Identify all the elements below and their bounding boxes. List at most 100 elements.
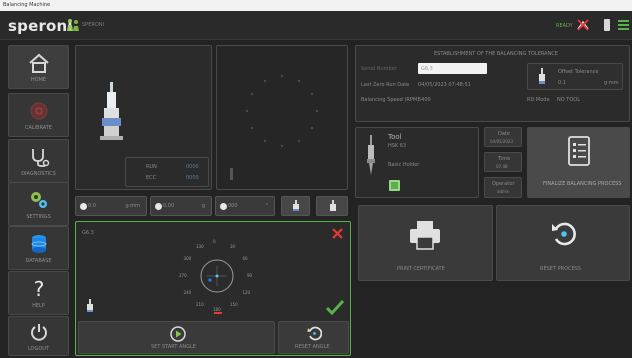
sidebar-item-database[interactable]: DATABASE [8, 226, 69, 270]
tool-view-button-1[interactable] [281, 196, 310, 216]
reset-angle-label: RESET ANGLE [295, 344, 330, 350]
time-label: Time [498, 156, 511, 162]
svg-text:?: ? [33, 278, 44, 300]
sidebar-item-settings[interactable]: SETTINGS [8, 182, 69, 226]
tolerance-input-value: G6.3 [421, 66, 433, 72]
sidebar-item-logout[interactable]: LOGOUT [8, 316, 69, 356]
param-value: 0.0 [88, 203, 96, 209]
polar-tick-label: 0 [213, 239, 216, 244]
offset-value: 0.1 [558, 80, 566, 86]
tool-view-panel: RUN 0000 ECC 0000 [75, 45, 212, 190]
last-zero-value: 04/05/2023 07:48:51 [418, 82, 471, 88]
param-unit: g [201, 203, 205, 209]
date-box: Date 04/05/2023 [484, 127, 522, 147]
param-field-angle[interactable]: 000 ° [215, 196, 275, 216]
battery-icon [604, 19, 610, 31]
polar-tick-label: 330 [196, 243, 204, 249]
polar-tick-label: 30 [230, 243, 236, 249]
date-value: 04/05/2023 [490, 139, 514, 144]
set-start-angle-label: SET START ANGLE [151, 344, 196, 350]
sidebar-item-label: HELP [32, 303, 45, 309]
offset-tolerance-box[interactable]: Offset Tolerance 0.1 g·mm [527, 63, 623, 90]
sidebar-item-label: LOGOUT [27, 346, 50, 352]
param-dot-icon [220, 203, 227, 210]
operator-value: admin [497, 189, 510, 194]
power-icon [30, 324, 47, 341]
menu-icon[interactable] [618, 20, 629, 30]
ecc-value: 0000 [186, 175, 199, 181]
tool-title: Tool [388, 133, 402, 141]
sidebar-item-label: HOME [30, 77, 47, 83]
tool-small-icon [87, 299, 93, 312]
people-logo-icon [67, 19, 79, 31]
sidebar-item-label: DIAGNOSTICS [21, 171, 56, 177]
time-box: Time 07:48 [484, 152, 522, 172]
rd-mode-value: NO TOOL [557, 97, 580, 103]
polar-tick-label: 270 [179, 273, 187, 278]
calibrate-icon [30, 102, 47, 120]
print-certificate-label: PRINT CERTIFICATE [397, 266, 445, 272]
preview-dial [230, 74, 319, 180]
polar-tick-label: 150 [230, 302, 238, 308]
close-icon[interactable] [332, 228, 343, 239]
tool-small-icon [539, 68, 545, 84]
time-value: 07:48 [496, 164, 508, 169]
tolerance-input[interactable]: G6.3 [418, 63, 487, 74]
offset-title: Offset Tolerance [558, 69, 599, 75]
reset-angle-button[interactable]: RESET ANGLE [278, 321, 349, 354]
tolerance-header: ESTABLISHMENT OF THE BALANCING TOLERANCE [434, 51, 558, 57]
brand-logo: speroni [8, 17, 73, 35]
polar-tick-label: 210 [196, 302, 204, 308]
window-title: Balancing Machine [3, 2, 51, 8]
print-certificate-button[interactable]: PRINT CERTIFICATE [358, 205, 493, 281]
sidebar-item-label: SETTINGS [26, 214, 51, 220]
reset-process-icon [552, 222, 576, 246]
polar-tick-label: 180 [213, 307, 221, 312]
question-icon: ? [33, 278, 44, 300]
tool-confirm-button[interactable] [389, 180, 400, 191]
preview-polar-panel [216, 45, 348, 190]
set-start-angle-button[interactable]: SET START ANGLE [78, 321, 275, 354]
sidebar-item-label: CALIBRATE [24, 125, 53, 131]
speed-value: 5400 [418, 97, 431, 103]
param-field-unbalance[interactable]: 0.0 g·mm [75, 196, 147, 216]
network-disconnected-icon[interactable] [576, 18, 590, 32]
reset-process-button[interactable]: RESET PROCESS [496, 205, 630, 281]
tool-small-icon [293, 200, 299, 211]
date-label: Date [498, 131, 510, 137]
tool-code: HSK 63 [388, 143, 407, 149]
param-unit: ° [265, 203, 269, 209]
polar-tick-label: 300 [183, 256, 192, 261]
sidebar-item-help[interactable]: ? HELP [8, 271, 69, 315]
sidebar-item-calibrate[interactable]: CALIBRATE [8, 93, 69, 137]
printer-icon [410, 221, 440, 250]
param-field-weight[interactable]: 0.00 g [150, 196, 212, 216]
finalize-balancing-button[interactable]: FINALIZE BALANCING PROCESS [527, 127, 630, 198]
operator-label: Operator [492, 181, 515, 187]
tool-info-panel: Tool HSK 63 Basic Holder [355, 127, 479, 198]
sidebar-item-home[interactable]: HOME [8, 45, 69, 89]
play-icon [170, 326, 186, 342]
last-zero-label: Last Zero Run Date [361, 82, 410, 88]
tool-holder-icon [100, 82, 123, 140]
tool-small-icon [330, 200, 336, 211]
serial-placeholder-label: Serial Number [361, 66, 397, 72]
operator-box: Operator admin [484, 177, 522, 198]
polar-tick-label: 90 [247, 273, 253, 278]
window-title-bar: Balancing Machine [0, 0, 632, 11]
tolerance-panel: ESTABLISHMENT OF THE BALANCING TOLERANCE… [355, 45, 630, 122]
speed-label: Balancing Speed (RPM) [361, 97, 420, 103]
param-value: 000 [228, 203, 238, 209]
brand-subtitle: SPERONI [82, 22, 104, 28]
run-value: 0000 [186, 164, 199, 170]
param-dot-icon [80, 203, 87, 210]
param-value: 0.00 [163, 203, 175, 209]
gears-icon [30, 192, 47, 208]
run-values-box: RUN 0000 ECC 0000 [125, 157, 209, 187]
check-icon [326, 299, 344, 315]
home-icon [28, 53, 49, 73]
tool-spindle-icon [367, 135, 375, 175]
run-label: RUN [146, 164, 157, 170]
tool-view-button-2[interactable] [316, 196, 348, 216]
sidebar-item-diagnostics[interactable]: DIAGNOSTICS [8, 139, 69, 183]
